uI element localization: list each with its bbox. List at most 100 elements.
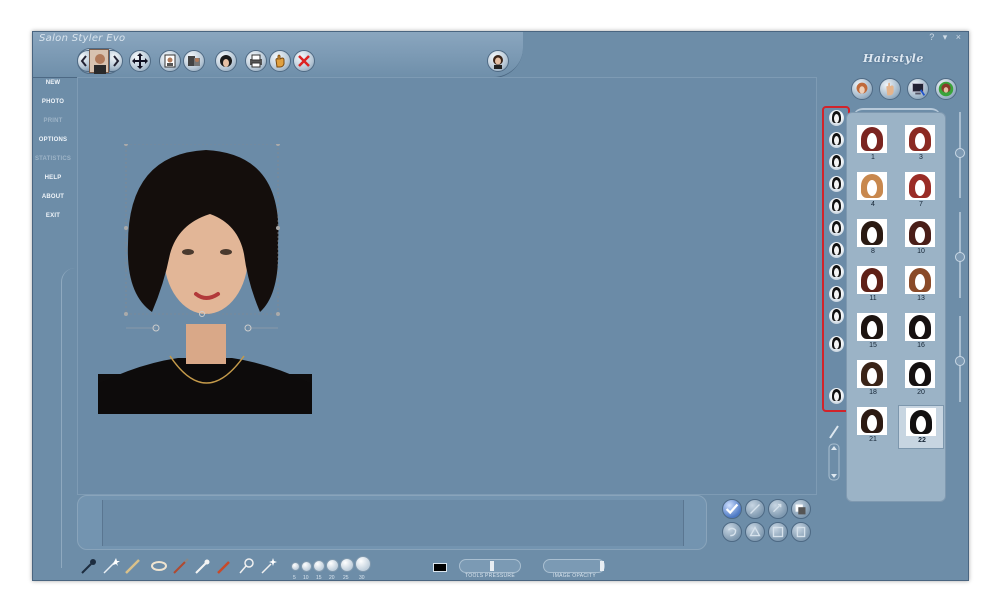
frame-icon[interactable] bbox=[791, 522, 811, 542]
sparkle-icon[interactable] bbox=[259, 556, 279, 576]
thumb-number: 11 bbox=[869, 295, 877, 302]
menu-divider bbox=[61, 268, 75, 568]
loop-brush-icon[interactable] bbox=[237, 556, 257, 576]
bottom-message-bar bbox=[77, 495, 707, 550]
brush-size-30[interactable] bbox=[355, 556, 371, 572]
menu-photo[interactable]: PHOTO bbox=[33, 99, 73, 105]
hand-category-icon[interactable] bbox=[879, 78, 901, 100]
brush-size-25[interactable] bbox=[340, 558, 354, 572]
lasso-icon[interactable] bbox=[149, 556, 169, 576]
shape-icon[interactable] bbox=[745, 522, 765, 542]
hairstyle-image bbox=[857, 266, 887, 294]
hairstyle-image bbox=[857, 125, 887, 153]
computer-category-icon[interactable] bbox=[907, 78, 929, 100]
menu-options[interactable]: OPTIONS bbox=[33, 137, 73, 143]
client-photo[interactable] bbox=[98, 142, 312, 414]
photo-thumbnail-icon bbox=[89, 49, 109, 74]
style-variant-8[interactable] bbox=[829, 264, 844, 280]
hairstyle-thumb-15[interactable]: 15 bbox=[850, 311, 896, 355]
brush-size-5[interactable] bbox=[291, 562, 300, 571]
menu-exit[interactable]: EXIT bbox=[33, 213, 73, 219]
move-icon[interactable] bbox=[129, 50, 151, 72]
style-variant-10[interactable] bbox=[829, 308, 844, 324]
style-variant-7[interactable] bbox=[829, 242, 844, 258]
image-opacity-slider[interactable] bbox=[543, 559, 605, 573]
hairstyle-thumb-11[interactable]: 11 bbox=[850, 264, 896, 308]
nav-next-icon[interactable] bbox=[109, 50, 123, 72]
tools-pressure-knob[interactable] bbox=[490, 561, 494, 571]
size-label-25: 25 bbox=[343, 575, 349, 581]
picker-icon[interactable] bbox=[79, 556, 99, 576]
menu-new[interactable]: NEW bbox=[33, 80, 73, 86]
hand-icon[interactable] bbox=[269, 50, 291, 72]
hairstyle-image bbox=[905, 266, 935, 294]
style-variant-6[interactable] bbox=[829, 220, 844, 236]
hairstyle-gallery[interactable]: 1 3 4 7 8 10 11 13 15 16 18 20 21 22 bbox=[846, 112, 946, 502]
comb-icon[interactable] bbox=[123, 556, 143, 576]
style-variant-3[interactable] bbox=[829, 154, 844, 170]
tools-pressure-slider[interactable] bbox=[459, 559, 521, 573]
color-swatch[interactable] bbox=[433, 563, 447, 572]
style-variant-4[interactable] bbox=[829, 176, 844, 192]
size-label-10: 10 bbox=[303, 575, 309, 581]
work-canvas[interactable] bbox=[77, 77, 817, 495]
message-area bbox=[102, 500, 684, 546]
brush-size-15[interactable] bbox=[313, 560, 325, 572]
hairstyle-thumb-3[interactable]: 3 bbox=[898, 123, 944, 167]
hairstyle-thumb-8[interactable]: 8 bbox=[850, 217, 896, 261]
style-variant-12[interactable] bbox=[829, 388, 844, 404]
hairstyle-thumb-13[interactable]: 13 bbox=[898, 264, 944, 308]
hairstyle-thumb-20[interactable]: 20 bbox=[898, 358, 944, 402]
hair-category-icon[interactable] bbox=[851, 78, 873, 100]
brightness-knob[interactable] bbox=[955, 148, 965, 158]
smudge-icon[interactable] bbox=[193, 556, 213, 576]
thumb-number: 7 bbox=[919, 201, 923, 208]
thumb-number: 13 bbox=[917, 295, 925, 302]
saturation-knob[interactable] bbox=[955, 356, 965, 366]
menu-help[interactable]: HELP bbox=[33, 175, 73, 181]
brush-icon[interactable] bbox=[171, 556, 191, 576]
brush-mode-icon[interactable] bbox=[745, 499, 765, 519]
brush-size-20[interactable] bbox=[326, 559, 339, 572]
delete-icon[interactable] bbox=[293, 50, 315, 72]
hairstyle-thumb-1[interactable]: 1 bbox=[850, 123, 896, 167]
copy-layer-icon[interactable] bbox=[791, 499, 811, 519]
hairstyle-image bbox=[905, 219, 935, 247]
layers-icon[interactable] bbox=[183, 50, 205, 72]
style-variant-5[interactable] bbox=[829, 198, 844, 214]
image-opacity-label: IMAGE OPACITY bbox=[553, 573, 596, 579]
hairstyle-image bbox=[905, 172, 935, 200]
print-icon[interactable] bbox=[245, 50, 267, 72]
menu-about[interactable]: ABOUT bbox=[33, 194, 73, 200]
hairstyle-thumb-21[interactable]: 21 bbox=[850, 405, 896, 449]
hairstyle-image bbox=[857, 313, 887, 341]
transform-icon[interactable] bbox=[768, 499, 788, 519]
hairstyle-thumb-10[interactable]: 10 bbox=[898, 217, 944, 261]
wand-icon[interactable] bbox=[101, 556, 121, 576]
hairstyle-thumb-16[interactable]: 16 bbox=[898, 311, 944, 355]
apply-check-icon[interactable] bbox=[722, 499, 742, 519]
bottom-toolbar: 5 10 15 20 25 30 TOOLS PRESSURE IMAGE OP… bbox=[73, 554, 613, 581]
hairstyle-thumb-22[interactable]: 22 bbox=[898, 405, 944, 449]
image-opacity-knob[interactable] bbox=[600, 561, 604, 571]
left-menu: NEW PHOTO PRINT OPTIONS STATISTICS HELP … bbox=[33, 78, 73, 568]
zoom-control[interactable] bbox=[826, 424, 842, 484]
portrait-icon[interactable] bbox=[159, 50, 181, 72]
style-variant-1[interactable] bbox=[829, 110, 844, 126]
hairstyle-thumb-7[interactable]: 7 bbox=[898, 170, 944, 214]
crop-icon[interactable] bbox=[768, 522, 788, 542]
style-variant-9[interactable] bbox=[829, 286, 844, 302]
brush-size-10[interactable] bbox=[301, 561, 312, 572]
face-category-icon[interactable] bbox=[935, 78, 957, 100]
window-controls[interactable]: ? ▾ × bbox=[929, 32, 964, 43]
style-variant-2[interactable] bbox=[829, 132, 844, 148]
style-variant-11[interactable] bbox=[829, 336, 844, 352]
contrast-knob[interactable] bbox=[955, 252, 965, 262]
hairstyle-thumb-4[interactable]: 4 bbox=[850, 170, 896, 214]
pencil-icon[interactable] bbox=[215, 556, 235, 576]
undo-icon[interactable] bbox=[722, 522, 742, 542]
model-icon[interactable] bbox=[487, 50, 509, 72]
hairstyle-icon[interactable] bbox=[215, 50, 237, 72]
hairstyle-thumb-18[interactable]: 18 bbox=[850, 358, 896, 402]
hairstyle-image bbox=[857, 360, 887, 388]
